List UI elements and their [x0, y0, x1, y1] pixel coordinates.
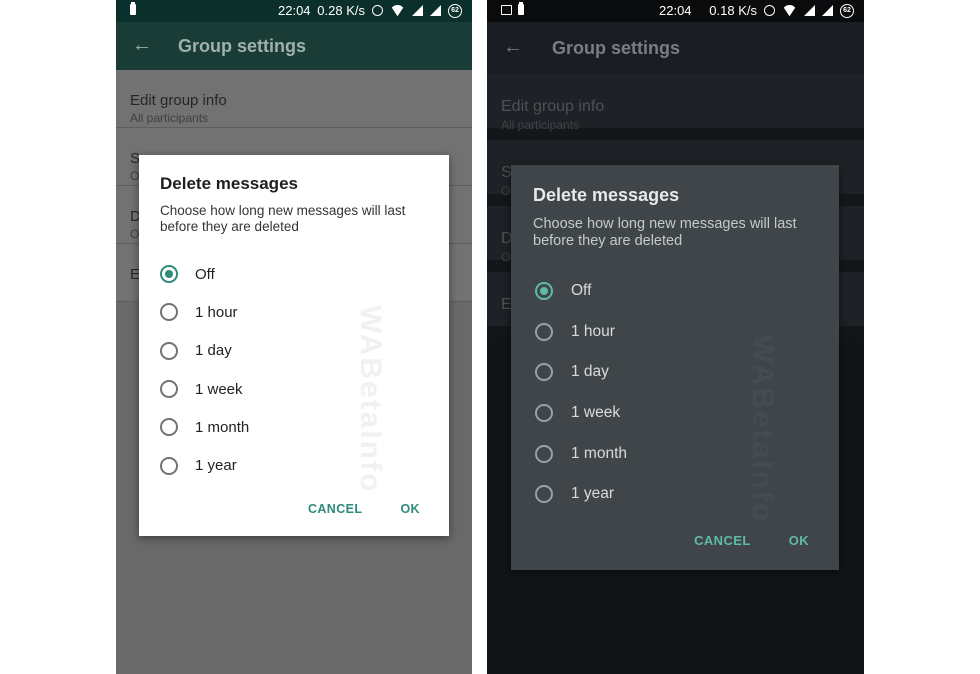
option-label: 1 hour	[571, 322, 615, 340]
cancel-button[interactable]: CANCEL	[694, 533, 751, 548]
radio-unselected-icon[interactable]	[160, 456, 178, 475]
dialog-title: Delete messages	[533, 185, 680, 205]
settings-item-subtitle: All participants	[130, 111, 209, 125]
dialog-description: Choose how long new messages will last b…	[533, 216, 797, 249]
radio-unselected-icon[interactable]	[535, 322, 553, 341]
battery-saver-icon	[518, 2, 524, 15]
status-bar: 22:04 0.18 K/s 62	[487, 0, 864, 22]
radio-selected-icon[interactable]	[535, 282, 553, 301]
wifi-icon	[390, 5, 405, 16]
network-speed: 0.18 K/s	[709, 3, 757, 18]
delete-messages-dialog: Delete messages Choose how long new mess…	[511, 165, 839, 570]
image-notification-icon	[501, 4, 512, 15]
option-label: Off	[195, 265, 215, 283]
radio-unselected-icon[interactable]	[160, 380, 178, 399]
option-label: 1 week	[195, 380, 243, 398]
watermark-logo: WABetaInfo	[746, 335, 779, 524]
option-label: 1 year	[571, 485, 615, 503]
option-label: 1 hour	[195, 303, 238, 321]
signal-icon	[804, 5, 815, 16]
network-speed: 0.28 K/s	[317, 3, 365, 18]
battery-saver-icon	[130, 2, 136, 15]
radio-unselected-icon[interactable]	[535, 485, 553, 504]
status-bar: 22:04 0.28 K/s 62	[116, 0, 472, 22]
toolbar-title: Group settings	[178, 36, 307, 56]
status-time: 22:04	[659, 3, 692, 18]
signal-icon-2	[822, 5, 833, 16]
wifi-icon	[782, 5, 797, 16]
dialog-actions: CANCEL OK	[308, 502, 420, 516]
signal-icon	[412, 5, 423, 16]
alarm-icon	[764, 5, 775, 16]
ok-button[interactable]: OK	[789, 533, 809, 548]
radio-unselected-icon[interactable]	[535, 404, 553, 423]
back-arrow-icon[interactable]: ←	[132, 35, 152, 55]
phone-screen-dark: 22:04 0.18 K/s 62 ← Group settings Edit …	[487, 0, 864, 674]
dialog-description: Choose how long new messages will last b…	[160, 203, 406, 234]
alarm-icon	[372, 5, 383, 16]
app-toolbar: ← Group settings	[116, 22, 472, 70]
settings-item-edit-group-info[interactable]: Edit group info All participants	[487, 74, 864, 140]
status-time: 22:04	[278, 3, 311, 18]
option-label: 1 week	[571, 404, 621, 422]
app-toolbar: ← Group settings	[487, 22, 864, 74]
battery-level-icon: 62	[840, 3, 854, 18]
settings-item-edit-group-info[interactable]: Edit group info All participants	[116, 70, 472, 128]
radio-unselected-icon[interactable]	[160, 303, 178, 322]
screenshot-comparison: 22:04 0.28 K/s 62 ← Group settings Edit …	[0, 0, 980, 674]
watermark-logo: WABetaInfo	[354, 305, 387, 494]
settings-item-title: Edit group info	[130, 92, 227, 109]
delete-messages-dialog: Delete messages Choose how long new mess…	[139, 155, 449, 536]
signal-icon-2	[430, 5, 441, 16]
radio-selected-icon[interactable]	[160, 265, 178, 284]
option-label: 1 day	[195, 342, 232, 360]
radio-unselected-icon[interactable]	[160, 418, 178, 437]
settings-item-title: Edit group info	[501, 98, 605, 115]
option-off[interactable]: Off	[535, 271, 795, 312]
ok-button[interactable]: OK	[400, 502, 420, 516]
option-label: 1 day	[571, 363, 609, 381]
cancel-button[interactable]: CANCEL	[308, 502, 362, 516]
dialog-actions: CANCEL OK	[694, 533, 809, 548]
option-label: 1 year	[195, 457, 237, 475]
back-arrow-icon[interactable]: ←	[503, 37, 523, 57]
toolbar-title: Group settings	[552, 38, 681, 58]
radio-unselected-icon[interactable]	[535, 363, 553, 382]
option-label: 1 month	[195, 418, 250, 436]
dialog-title: Delete messages	[160, 174, 298, 193]
radio-unselected-icon[interactable]	[535, 444, 553, 463]
radio-unselected-icon[interactable]	[160, 341, 178, 360]
option-label: 1 month	[571, 444, 628, 462]
settings-item-subtitle: All participants	[501, 118, 580, 132]
option-off[interactable]: Off	[160, 255, 420, 293]
battery-level-icon: 62	[448, 3, 462, 18]
phone-screen-light: 22:04 0.28 K/s 62 ← Group settings Edit …	[116, 0, 472, 674]
option-label: Off	[571, 282, 592, 300]
